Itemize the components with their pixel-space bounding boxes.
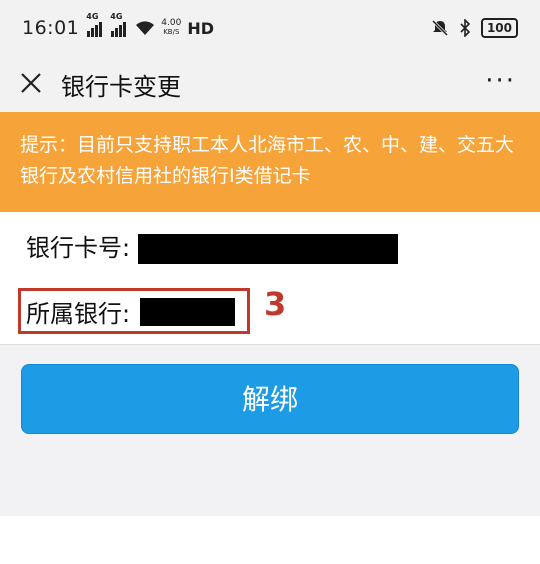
card-number-label: 银行卡号: [26, 234, 131, 262]
wifi-icon [136, 21, 155, 35]
status-bar: 16:01 4G 4G 4.00 KB/S HD 100 [0, 0, 540, 56]
card-number-redacted [138, 234, 398, 264]
network-type-2: 4G [110, 12, 123, 21]
nav-bar: 银行卡变更 ··· [0, 56, 540, 112]
notice-banner: 提示：目前只支持职工本人北海市工、农、中、建、交五大银行及农村信用社的银行I类借… [0, 112, 540, 212]
bottom-area [0, 516, 540, 564]
more-menu-icon[interactable]: ··· [485, 68, 516, 94]
status-time: 16:01 [22, 17, 80, 39]
page-title: 银行卡变更 [61, 73, 181, 101]
signal-icon-2: 4G [110, 12, 127, 37]
network-speed: 4.00 KB/S [161, 19, 181, 37]
unbind-button[interactable]: 解绑 [21, 364, 519, 434]
speed-unit: KB/S [163, 28, 180, 36]
signal-icon: 4G [86, 12, 103, 37]
network-type: 4G [86, 12, 99, 21]
annotation-number: 3 [264, 285, 287, 323]
annotation-highlight-box [18, 288, 250, 334]
battery-icon: 100 [480, 18, 518, 38]
close-icon[interactable] [16, 68, 46, 98]
speed-value: 4.00 [161, 18, 182, 28]
notice-text: 提示：目前只支持职工本人北海市工、农、中、建、交五大银行及农村信用社的银行I类借… [20, 134, 515, 187]
card-info-panel: 银行卡号: 所属银行: 3 [0, 212, 540, 345]
mute-icon [431, 19, 448, 37]
hd-indicator: HD [187, 18, 214, 38]
bluetooth-icon [460, 19, 471, 37]
